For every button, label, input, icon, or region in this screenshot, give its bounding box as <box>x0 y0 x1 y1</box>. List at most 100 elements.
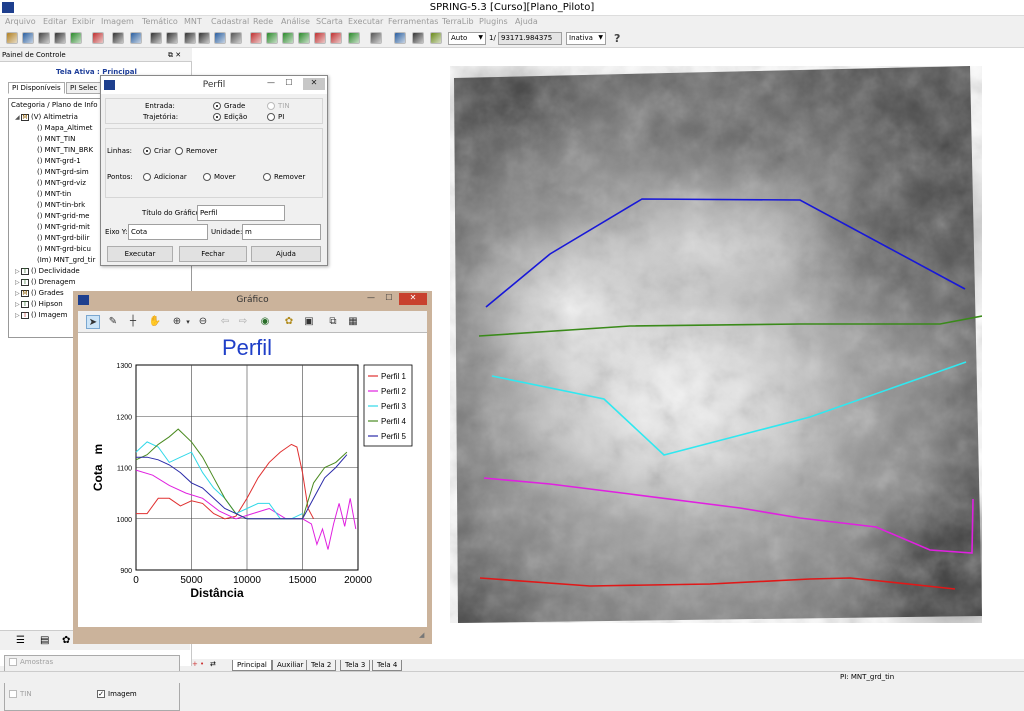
screen-tab[interactable]: Tela 4 <box>372 660 403 671</box>
tree-item[interactable]: () MNT_TIN_BRK <box>37 146 93 154</box>
panel-float-icon[interactable]: ⧉ ✕ <box>168 51 181 60</box>
drag-icon[interactable] <box>166 32 178 44</box>
tree-item[interactable]: () MNT_TIN <box>37 135 75 143</box>
tree-item[interactable]: (Im) MNT_grd_tir <box>37 256 95 264</box>
map-canvas[interactable] <box>450 66 982 623</box>
tree-item[interactable]: () MNT-grid-me <box>37 212 89 220</box>
representation-checkbox[interactable]: ✓ Imagem <box>97 690 137 698</box>
tree-item[interactable]: ▷ T() Declividade <box>15 267 80 275</box>
copy-icon[interactable]: ⧉ <box>326 315 340 329</box>
select-icon[interactable] <box>130 32 142 44</box>
cursor-box-icon[interactable] <box>394 32 406 44</box>
grid-icon[interactable] <box>54 32 66 44</box>
minimize-icon[interactable]: — <box>263 78 279 90</box>
menu-item-1[interactable]: Arquivo <box>5 17 36 26</box>
state-select[interactable]: Inativa ▼ <box>566 32 606 45</box>
document-icon[interactable]: ▤ <box>40 635 49 646</box>
layers-icon[interactable] <box>38 32 50 44</box>
info-icon[interactable] <box>214 32 226 44</box>
tree-item[interactable]: () MNT-grd-bicu <box>37 245 91 253</box>
resize-grip-icon[interactable]: ◢ <box>419 631 424 639</box>
menu-item-8[interactable]: Rede <box>253 17 273 26</box>
pan-hand-icon[interactable]: ✋ <box>148 315 162 329</box>
arrow-icon[interactable] <box>184 32 196 44</box>
trajetoria-edicao-radio[interactable]: Edição <box>213 113 247 121</box>
undo-icon[interactable] <box>330 32 342 44</box>
forward-arrow-icon[interactable]: ⇨ <box>236 315 250 329</box>
print-icon[interactable] <box>92 32 104 44</box>
cursor-icon[interactable] <box>112 32 124 44</box>
menu-item-3[interactable]: Exibir <box>72 17 95 26</box>
tab-scroll-icon[interactable]: ⇄ <box>210 660 216 668</box>
tree-item[interactable]: () MNT-grd-sim <box>37 168 89 176</box>
menu-item-12[interactable]: Ferramentas <box>388 17 438 26</box>
tree-item[interactable]: () MNT-grd-1 <box>37 157 81 165</box>
unidade-input[interactable]: m <box>242 224 321 240</box>
palette-icon[interactable]: ✿ <box>62 635 70 646</box>
linhas-criar-radio[interactable]: Criar <box>143 147 171 155</box>
palette-icon[interactable]: ✿ <box>282 315 296 329</box>
tree-item[interactable]: () MNT-tin <box>37 190 71 198</box>
back-icon[interactable] <box>314 32 326 44</box>
help-icon[interactable]: ? <box>614 32 620 45</box>
tab-pi-disponiveis[interactable]: PI Disponíveis <box>8 82 65 94</box>
tree-item[interactable]: () MNT-grd-bilir <box>37 234 89 242</box>
tree-item[interactable]: () MNT-grid-mit <box>37 223 90 231</box>
compass-icon[interactable] <box>230 32 242 44</box>
scale-value-field[interactable]: 93171.984375 <box>498 32 562 45</box>
eye-icon[interactable] <box>430 32 442 44</box>
pontos-adicionar-radio[interactable]: Adicionar <box>143 173 187 181</box>
menu-item-10[interactable]: SCarta <box>316 17 343 26</box>
screen-tab[interactable]: Principal <box>232 660 272 671</box>
back-arrow-icon[interactable]: ⇦ <box>218 315 232 329</box>
zoom-out-icon[interactable]: ⊖ <box>196 315 210 329</box>
menu-item-4[interactable]: Imagem <box>101 17 134 26</box>
menu-item-6[interactable]: MNT <box>184 17 202 26</box>
save-icon[interactable]: ▣ <box>302 315 316 329</box>
chart-title-input[interactable]: Perfil <box>197 205 285 221</box>
menu-item-13[interactable]: TerraLib <box>442 17 474 26</box>
tree-item[interactable]: ▷ I() Imagem <box>15 311 67 319</box>
pan-icon[interactable] <box>198 32 210 44</box>
eixo-y-input[interactable]: Cota <box>128 224 208 240</box>
scale-mode-select[interactable]: Auto ▼ <box>448 32 486 45</box>
zoom-out-icon[interactable] <box>282 32 294 44</box>
menu-item-15[interactable]: Ajuda <box>515 17 538 26</box>
menu-item-2[interactable]: Editar <box>43 17 67 26</box>
redraw-icon[interactable] <box>298 32 310 44</box>
linhas-remover-radio[interactable]: Remover <box>175 147 217 155</box>
menu-item-9[interactable]: Análise <box>281 17 310 26</box>
pointer-plus-icon[interactable] <box>412 32 424 44</box>
screen-tab[interactable]: Auxiliar <box>272 660 309 671</box>
list-icon[interactable]: ☰ <box>16 635 25 646</box>
tree-item[interactable]: ▷ T() Hipson <box>15 300 63 308</box>
move-icon[interactable] <box>150 32 162 44</box>
close-icon[interactable]: ✕ <box>303 78 325 90</box>
tree-item[interactable]: ▷ M() Grades <box>15 289 64 297</box>
screen-tab[interactable]: Tela 3 <box>340 660 371 671</box>
globe-icon[interactable]: ◉ <box>258 315 272 329</box>
zoom-level-icon[interactable] <box>370 32 382 44</box>
menu-item-7[interactable]: Cadastral <box>211 17 249 26</box>
entrada-grade-radio[interactable]: Grade <box>213 102 245 110</box>
executar-button[interactable]: Executar <box>107 246 173 262</box>
maximize-icon[interactable]: ☐ <box>281 78 297 90</box>
zoom-dropdown-icon[interactable]: ▾ <box>181 315 195 329</box>
pontos-mover-radio[interactable]: Mover <box>203 173 236 181</box>
menu-item-5[interactable]: Temático <box>142 17 178 26</box>
pontos-remover-radio[interactable]: Remover <box>263 173 305 181</box>
layer-select-icon[interactable] <box>348 32 360 44</box>
pencil-icon[interactable] <box>250 32 262 44</box>
pointer-icon[interactable]: ➤ <box>86 315 100 329</box>
maximize-icon[interactable]: ☐ <box>381 293 397 305</box>
tree-item[interactable]: () MNT-tin-brk <box>37 201 85 209</box>
ajuda-button[interactable]: Ajuda <box>251 246 321 262</box>
add-screen-icon[interactable]: + <box>192 660 198 668</box>
menu-item-11[interactable]: Executar <box>348 17 383 26</box>
trajetoria-pi-radio[interactable]: PI <box>267 113 284 121</box>
tree-item[interactable]: ◢ M (V) Altimetria <box>15 113 78 121</box>
edit-label-icon[interactable]: ✎ <box>106 315 120 329</box>
tab-pi-selecionados[interactable]: PI Selec <box>66 82 102 94</box>
eraser-icon[interactable] <box>70 32 82 44</box>
minimize-icon[interactable]: — <box>363 293 379 305</box>
